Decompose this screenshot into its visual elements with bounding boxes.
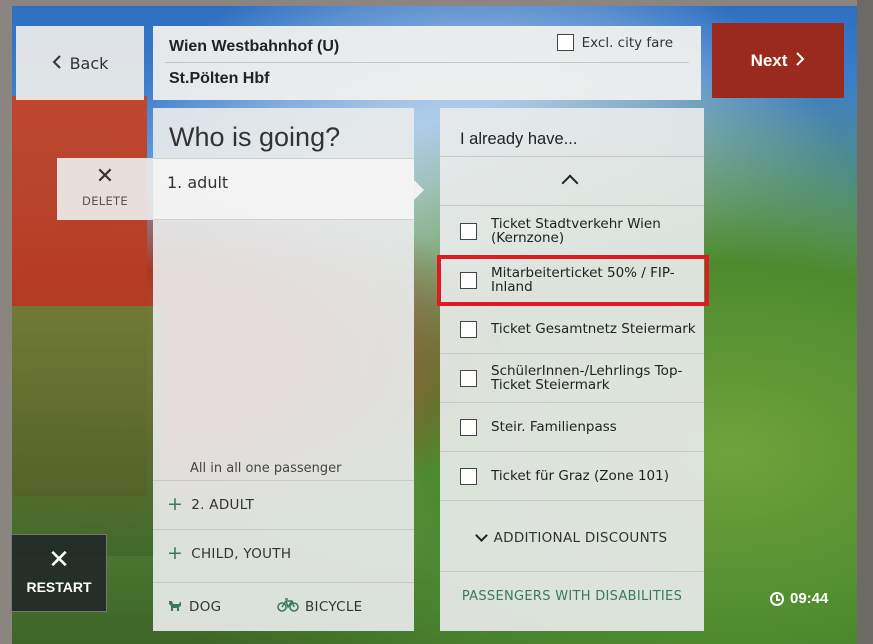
discount-option[interactable]: Steir. Familienpass xyxy=(440,403,704,452)
bezel xyxy=(857,0,873,644)
discount-checkbox[interactable] xyxy=(460,369,477,387)
add-adult-label: 2. ADULT xyxy=(191,496,255,513)
discount-checkbox[interactable] xyxy=(460,222,477,240)
time-label: 09:44 xyxy=(790,590,829,607)
excl-city-fare-label: Excl. city fare xyxy=(581,34,673,51)
discount-checkbox[interactable] xyxy=(460,271,477,289)
excl-city-fare-checkbox[interactable] xyxy=(556,34,574,51)
plus-icon: + xyxy=(167,542,184,564)
next-label: Next xyxy=(750,50,788,70)
discount-option[interactable]: Ticket Stadtverkehr Wien (Kernzone) xyxy=(440,207,704,256)
discount-checkbox[interactable] xyxy=(460,320,477,338)
kiosk-screen xyxy=(12,6,857,644)
close-icon: ✕ xyxy=(48,545,70,575)
chevron-left-icon xyxy=(52,54,62,73)
discount-option[interactable]: Mitarbeiterticket 50% / FIP-Inland xyxy=(440,256,704,305)
selection-pointer xyxy=(414,180,424,200)
add-bicycle-button[interactable]: BICYCLE xyxy=(277,597,363,616)
route-summary: Wien Westbahnhof (U) St.Pölten Hbf Excl.… xyxy=(153,26,701,100)
discount-label: Ticket Gesamtnetz Steiermark xyxy=(491,321,696,337)
clock-icon xyxy=(770,591,784,606)
back-button[interactable]: Back xyxy=(16,26,144,100)
passengers-title: Who is going? xyxy=(169,122,341,152)
divider xyxy=(165,62,689,63)
back-label: Back xyxy=(69,53,109,73)
disabilities-label: PASSENGERS WITH DISABILITIES xyxy=(461,589,683,604)
discount-option[interactable]: Ticket für Graz (Zone 101) xyxy=(440,452,704,501)
discount-label: SchülerInnen-/Lehrlings Top-Ticket Steie… xyxy=(491,363,683,393)
discount-label: Ticket Stadtverkehr Wien (Kernzone) xyxy=(491,216,661,246)
add-adult-button[interactable]: + 2. ADULT xyxy=(153,480,414,528)
scroll-up-button[interactable] xyxy=(440,156,704,206)
bicycle-label: BICYCLE xyxy=(305,598,363,615)
dog-icon xyxy=(167,598,183,616)
passengers-panel: Who is going? 1. adult All in all one pa… xyxy=(153,108,424,631)
discount-label: Mitarbeiterticket 50% / FIP-Inland xyxy=(491,265,675,295)
additional-discounts-button[interactable]: ADDITIONAL DISCOUNTS xyxy=(440,513,704,563)
close-icon: ✕ xyxy=(95,164,115,189)
chevron-down-icon xyxy=(474,529,488,542)
add-child-label: CHILD, YOUTH xyxy=(191,545,292,562)
bicycle-icon xyxy=(277,597,299,616)
dog-label: DOG xyxy=(189,598,222,615)
route-destination: St.Pölten Hbf xyxy=(169,70,270,87)
plus-icon: + xyxy=(167,493,184,515)
delete-label: DELETE xyxy=(82,194,128,208)
chevron-right-icon xyxy=(795,51,805,71)
add-dog-button[interactable]: DOG xyxy=(167,598,277,616)
additional-discounts-label: ADDITIONAL DISCOUNTS xyxy=(493,530,668,546)
background-art xyxy=(12,306,162,556)
extras-row: DOG BICYCLE xyxy=(153,582,414,630)
discount-checkbox[interactable] xyxy=(460,418,477,436)
restart-label: RESTART xyxy=(26,579,92,595)
chevron-up-icon xyxy=(561,174,579,192)
passenger-item[interactable]: 1. adult xyxy=(153,158,424,220)
restart-button[interactable]: ✕ RESTART xyxy=(11,534,107,612)
session-timer: 09:44 xyxy=(770,590,828,607)
discount-option[interactable]: Ticket Gesamtnetz Steiermark xyxy=(440,305,704,354)
excl-city-fare-toggle[interactable]: Excl. city fare xyxy=(556,34,673,51)
passenger-label: 1. adult xyxy=(167,173,229,192)
discount-option[interactable]: SchülerInnen-/Lehrlings Top-Ticket Steie… xyxy=(440,354,704,403)
add-child-button[interactable]: + CHILD, YOUTH xyxy=(153,529,414,577)
discounts-title: I already have... xyxy=(460,130,578,148)
delete-passenger-button[interactable]: ✕ DELETE xyxy=(57,158,153,220)
discounts-panel: I already have... Ticket Stadtverkehr Wi… xyxy=(440,108,704,631)
disabilities-button[interactable]: PASSENGERS WITH DISABILITIES xyxy=(440,571,704,621)
discount-label: Ticket für Graz (Zone 101) xyxy=(491,468,670,484)
discount-label: Steir. Familienpass xyxy=(491,419,617,435)
route-origin: Wien Westbahnhof (U) xyxy=(169,38,340,55)
next-button[interactable]: Next xyxy=(712,23,844,98)
discount-checkbox[interactable] xyxy=(460,467,477,485)
passenger-summary: All in all one passenger xyxy=(190,461,342,476)
